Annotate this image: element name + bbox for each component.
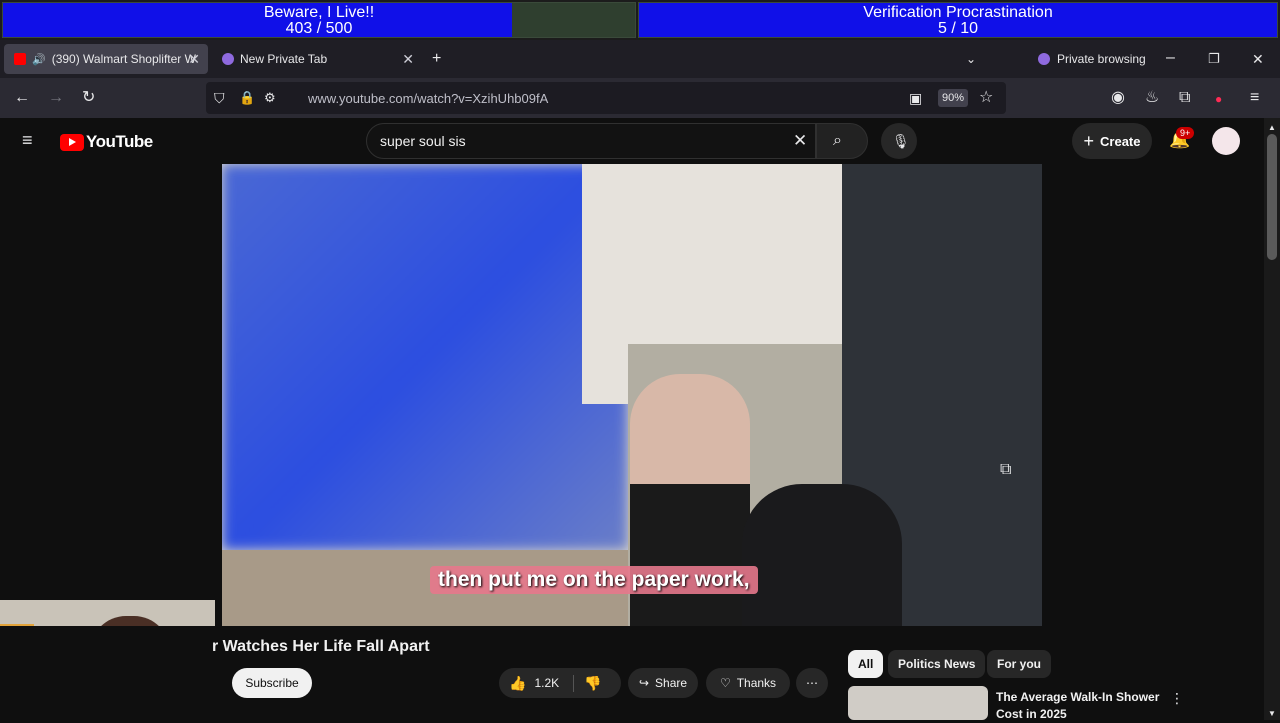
avatar[interactable]	[1212, 127, 1240, 155]
notification-badge: 9+	[1176, 127, 1195, 139]
share-icon: ↪	[638, 676, 650, 690]
image-blocked-icon[interactable]: ▣	[909, 90, 922, 106]
minimize-icon[interactable]: –	[1166, 50, 1175, 66]
goal-2-progress: 5 / 10	[937, 20, 979, 37]
blurred-region	[222, 164, 628, 550]
search-button[interactable]: ⌕	[816, 123, 868, 159]
recommendation-title[interactable]: The Average Walk-In Shower Cost in 2025	[996, 689, 1159, 723]
goal-2-text: Verification Procrastination 5 / 10	[639, 5, 1277, 37]
like-count[interactable]: 1.2K	[534, 676, 559, 690]
stream-goal-overlay: Beware, I Live!! 403 / 500 Verification …	[0, 0, 1280, 40]
search-icon: ⌕	[833, 132, 842, 149]
list-all-tabs-icon[interactable]: ⌄	[966, 51, 976, 67]
reload-icon[interactable]: ↻	[82, 90, 95, 106]
new-tab-icon[interactable]: +	[432, 51, 441, 67]
tab-label: (390) Walmart Shoplifter W	[51, 52, 196, 66]
thanks-label: Thanks	[736, 676, 777, 690]
clear-search-icon[interactable]: ✕	[793, 132, 807, 149]
address-bar[interactable]: ⛉ 🔒 ⚙ www.youtube.com/watch?v=XzihUhb09f…	[206, 82, 1006, 114]
search-query[interactable]: super soul sis	[380, 133, 466, 149]
chip-politics-news[interactable]: Politics News	[888, 650, 986, 678]
recommendation-menu-icon[interactable]: ⋮	[1170, 690, 1184, 706]
create-label: Create	[1100, 133, 1141, 149]
video-player[interactable]: ⧉	[222, 164, 1042, 626]
youtube-header: ≡ YouTube super soul sis ✕ ⌕ 🎙 + Create …	[0, 118, 1264, 164]
youtube-logo[interactable]: YouTube	[60, 132, 153, 152]
browser-tab-bar: 🔊 (390) Walmart Shoplifter W ✕ New Priva…	[0, 40, 1280, 78]
plus-icon: +	[1083, 130, 1095, 151]
url-text[interactable]: www.youtube.com/watch?v=XzihUhb09fA	[308, 91, 548, 106]
youtube-play-icon	[60, 133, 84, 151]
tab-new-private[interactable]: New Private Tab ✕	[212, 44, 422, 74]
goal-1-text: Beware, I Live!! 403 / 500	[3, 5, 635, 37]
private-mask-icon	[222, 53, 234, 65]
goal-1-progress: 403 / 500	[285, 20, 353, 37]
guide-menu-icon[interactable]: ≡	[22, 131, 33, 149]
zoom-level[interactable]: 90%	[938, 89, 968, 107]
recommendation-thumbnail[interactable]	[848, 686, 988, 720]
video-title: r Watches Her Life Fall Apart	[212, 638, 430, 655]
bookmark-star-icon[interactable]: ☆	[979, 90, 993, 106]
firefox-relay-icon[interactable]: ♨	[1145, 90, 1159, 106]
like-icon[interactable]: 👍	[509, 675, 526, 692]
goal-2-title: Verification Procrastination	[863, 4, 1053, 21]
speaker-icon[interactable]: 🔊	[32, 53, 46, 66]
browser-nav-bar: ← → ↻ ⛉ 🔒 ⚙ www.youtube.com/watch?v=Xzih…	[0, 78, 1280, 118]
tab-label: New Private Tab	[240, 52, 328, 66]
more-icon: ⋯	[806, 676, 818, 690]
permissions-icon[interactable]: ⚙	[264, 90, 276, 106]
microphone-icon: 🎙	[892, 133, 910, 149]
thanks-icon: ♡	[719, 676, 731, 690]
recommendation-title-line-2: Cost in 2025	[996, 707, 1067, 721]
recommendation-title-line-1: The Average Walk-In Shower	[996, 690, 1160, 704]
account-icon[interactable]: ◉	[1111, 90, 1125, 106]
scrollbar-thumb[interactable]	[1267, 134, 1277, 260]
lock-icon[interactable]: 🔒	[239, 90, 255, 106]
thanks-button[interactable]: ♡ Thanks	[706, 668, 790, 698]
search-input[interactable]: super soul sis ✕	[366, 123, 816, 159]
close-tab-icon[interactable]: ✕	[188, 51, 200, 68]
dislike-icon[interactable]: 👎	[573, 674, 602, 692]
miniplayer-icon[interactable]: ⧉	[1000, 462, 1011, 478]
goal-bar-1: Beware, I Live!! 403 / 500	[2, 2, 636, 38]
share-label: Share	[655, 676, 688, 690]
shield-icon[interactable]: ⛉	[214, 90, 225, 106]
forward-icon[interactable]: →	[48, 90, 64, 106]
back-icon[interactable]: ←	[14, 90, 30, 106]
goal-bar-2: Verification Procrastination 5 / 10	[638, 2, 1278, 38]
close-tab-icon[interactable]: ✕	[402, 51, 414, 68]
share-button[interactable]: ↪ Share	[628, 668, 698, 698]
voice-search-button[interactable]: 🎙	[881, 123, 917, 159]
tab-youtube[interactable]: 🔊 (390) Walmart Shoplifter W ✕	[4, 44, 208, 74]
extensions-icon[interactable]: ⧉	[1179, 90, 1190, 106]
restore-icon[interactable]: ❐	[1208, 51, 1220, 67]
youtube-wordmark: YouTube	[86, 132, 153, 151]
chair-shape	[742, 484, 902, 626]
chip-all[interactable]: All	[848, 650, 884, 678]
private-browsing-icon	[1038, 53, 1050, 65]
caption-text: then put me on the paper work,	[430, 566, 758, 594]
more-actions-button[interactable]: ⋯	[796, 668, 828, 698]
goal-1-title: Beware, I Live!!	[263, 4, 375, 21]
video-info-section: r Watches Her Life Fall Apart Subscribe …	[0, 626, 1264, 723]
menu-icon[interactable]: ≡	[1250, 90, 1259, 106]
recording-extension-icon[interactable]: ●	[1215, 91, 1222, 107]
close-window-icon[interactable]: ✕	[1252, 51, 1264, 67]
create-button[interactable]: + Create	[1072, 123, 1152, 159]
chip-for-you[interactable]: For you	[987, 650, 1051, 678]
youtube-favicon-icon	[14, 53, 26, 65]
like-dislike-group: 👍 1.2K 👎	[499, 668, 621, 698]
subscribe-button[interactable]: Subscribe	[232, 668, 312, 698]
page-scrollbar[interactable]: ▲ ▼	[1264, 118, 1280, 720]
private-browsing-label: Private browsing	[1057, 52, 1146, 66]
